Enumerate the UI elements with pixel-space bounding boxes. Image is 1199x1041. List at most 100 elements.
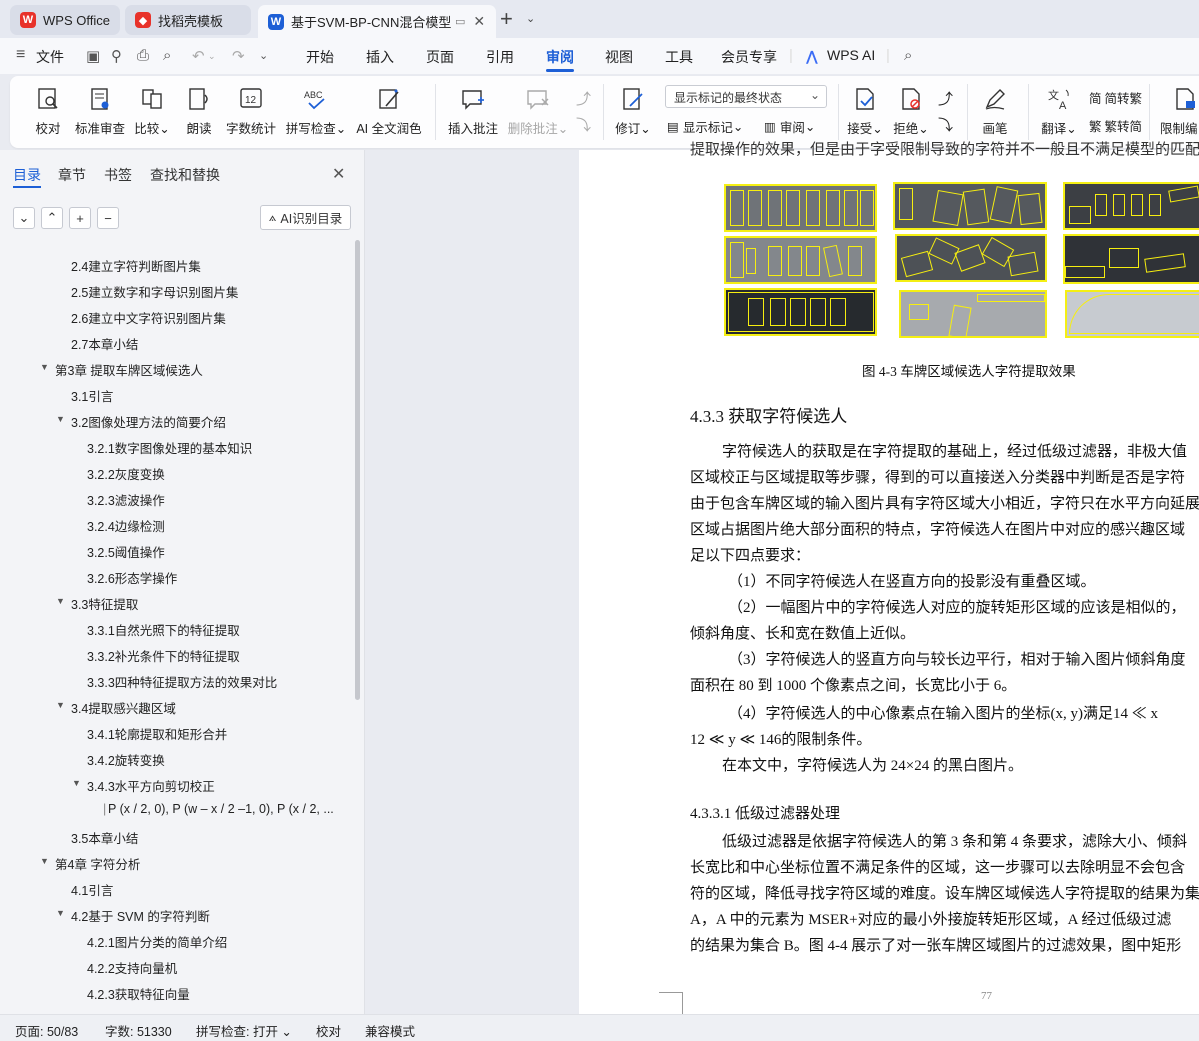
show-markup-button[interactable]: ▤ 显示标记 ⌄: [667, 117, 743, 136]
pen-button[interactable]: 画笔: [980, 86, 1010, 144]
toc-item[interactable]: 3.2.2灰度变换: [87, 464, 165, 483]
proofread-status[interactable]: 校对: [316, 1021, 341, 1040]
toc-item[interactable]: 2.4建立字符判断图片集: [71, 256, 201, 275]
close-icon[interactable]: ✕: [473, 13, 485, 30]
expand-arrow-icon[interactable]: ▼: [56, 596, 65, 606]
toc-item[interactable]: 4.2.1图片分类的简单介绍: [87, 932, 227, 951]
page-number: 77: [981, 990, 992, 1002]
toc-item[interactable]: 3.2.4边缘检测: [87, 516, 165, 535]
tab-document[interactable]: W 基于SVM-BP-CNN混合模型 ▭ ✕: [258, 5, 496, 38]
compare-button[interactable]: 比较⌄: [134, 86, 170, 144]
document-page[interactable]: 提取操作的效果，但是由于字受限制导致的字符并不一般且不满足模型的匹配。 图 4-…: [579, 142, 1199, 1014]
toc-item[interactable]: 3.2图像处理方法的简要介绍: [71, 412, 226, 431]
word-count-button[interactable]: 12 字数统计: [225, 86, 277, 144]
toc-scrollbar[interactable]: [355, 240, 360, 700]
menu-start[interactable]: 开始: [306, 47, 334, 67]
toc-item[interactable]: 3.5本章小结: [71, 828, 138, 847]
page-indicator[interactable]: 页面: 50/83: [15, 1021, 78, 1040]
delete-comment-button[interactable]: 删除批注⌄: [507, 86, 569, 144]
search-icon[interactable]: ⌕: [904, 47, 912, 64]
menu-view[interactable]: 视图: [605, 47, 633, 67]
print-preview-icon[interactable]: ⌕: [163, 47, 171, 64]
track-changes-button[interactable]: 修订⌄: [613, 86, 653, 144]
hamburger-icon[interactable]: ≡: [16, 46, 25, 64]
toc-item[interactable]: 3.2.3滤波操作: [87, 490, 165, 509]
ai-polish-button[interactable]: AI 全文润色: [356, 86, 422, 144]
navigation-pane: 目录 章节 书签 查找和替换 ✕ ⌄ ⌃ + − ⟑ AI识别目录 2.4建立字…: [0, 150, 365, 1014]
expand-arrow-icon[interactable]: ▼: [56, 700, 65, 710]
menu-file[interactable]: 文件: [36, 47, 64, 67]
toc-item[interactable]: 4.1引言: [71, 880, 113, 899]
toc-item[interactable]: 3.1引言: [71, 386, 113, 405]
toc-item[interactable]: 3.4.2旋转变换: [87, 750, 165, 769]
chevron-down-icon[interactable]: ⌄: [208, 51, 216, 62]
menu-member[interactable]: 会员专享: [721, 47, 777, 67]
read-aloud-button[interactable]: 朗读: [184, 86, 214, 144]
to-traditional-button[interactable]: 简 简转繁: [1089, 88, 1142, 107]
spell-check-status[interactable]: 拼写检查: 打开 ⌄: [196, 1021, 292, 1040]
spell-check-button[interactable]: ABC 拼写检查⌄: [286, 86, 347, 144]
toc-item[interactable]: 3.2.1数字图像处理的基本知识: [87, 438, 252, 457]
next-comment-icon[interactable]: ⤵: [576, 114, 591, 135]
new-tab-button[interactable]: +: [500, 8, 513, 30]
monitor-icon: ▭: [455, 16, 466, 28]
proofread-button[interactable]: 校对: [33, 86, 63, 144]
toc-item[interactable]: 3.4.3水平方向剪切校正: [87, 776, 215, 795]
chevron-down-icon: ⌄: [809, 88, 820, 102]
toc-item[interactable]: 第3章 提取车牌区域候选人: [55, 360, 203, 379]
previous-change-icon[interactable]: ⤴: [938, 88, 953, 109]
toc-item[interactable]: 3.4提取感兴趣区域: [71, 698, 176, 717]
next-change-icon[interactable]: ⤵: [938, 114, 953, 135]
markup-mode-select[interactable]: 显示标记的最终状态 ⌄: [665, 85, 827, 108]
paragraph-line: 12 ≪ y ≪ 146的限制条件。: [690, 732, 872, 748]
expand-arrow-icon[interactable]: ▼: [72, 778, 81, 788]
toc-item[interactable]: 4.2基于 SVM 的字符判断: [71, 906, 210, 925]
toc-item[interactable]: 3.4.1轮廓提取和矩形合并: [87, 724, 227, 743]
toc-item[interactable]: 3.3特征提取: [71, 594, 138, 613]
translate-button[interactable]: 文A 翻译⌄: [1040, 86, 1078, 144]
toc-item[interactable]: 2.6建立中文字符识别图片集: [71, 308, 226, 327]
toc-level-marker: |: [103, 802, 107, 816]
menu-review[interactable]: 审阅: [546, 47, 574, 67]
toc-item[interactable]: 3.3.3四种特征提取方法的效果对比: [87, 672, 277, 691]
link-icon[interactable]: ⚲: [111, 47, 122, 65]
toc-item[interactable]: 4.2.3获取特征向量: [87, 984, 190, 1003]
tab-wps-office[interactable]: W WPS Office: [10, 5, 120, 35]
toc-item[interactable]: 3.2.6形态学操作: [87, 568, 177, 587]
toc-item[interactable]: 第4章 字符分析: [55, 854, 140, 873]
toc-item[interactable]: 3.3.1自然光照下的特征提取: [87, 620, 240, 639]
print-icon[interactable]: ⎙: [137, 47, 149, 64]
previous-comment-icon[interactable]: ⤴: [576, 88, 591, 109]
standard-review-button[interactable]: 标准审查: [74, 86, 126, 144]
toc-item[interactable]: P (x / 2, 0), P (w – x / 2 –1, 0), P (x …: [108, 802, 340, 816]
expand-arrow-icon[interactable]: ▼: [56, 414, 65, 424]
menu-reference[interactable]: 引用: [486, 47, 514, 67]
toc-item[interactable]: 3.2.5阈值操作: [87, 542, 165, 561]
toc-item[interactable]: 3.3.2补光条件下的特征提取: [87, 646, 240, 665]
save-icon[interactable]: ▣: [86, 47, 100, 65]
reject-button[interactable]: 拒绝⌄: [892, 86, 930, 144]
paragraph-line: 低级过滤器是依据字符候选人的第 3 条和第 4 条要求，滤除大小、倾斜: [722, 834, 1188, 850]
insert-comment-button[interactable]: 插入批注: [447, 86, 499, 144]
accept-button[interactable]: 接受⌄: [846, 86, 884, 144]
toc-item[interactable]: 2.5建立数字和字母识别图片集: [71, 282, 238, 301]
menu-insert[interactable]: 插入: [366, 47, 394, 67]
toc-item[interactable]: 2.7本章小结: [71, 334, 138, 353]
menu-page[interactable]: 页面: [426, 47, 454, 67]
restrict-edit-button[interactable]: 限制编: [1160, 86, 1199, 144]
word-count-indicator[interactable]: 字数: 51330: [105, 1021, 172, 1040]
expand-arrow-icon[interactable]: ▼: [40, 856, 49, 866]
redo-icon[interactable]: ↷: [232, 47, 245, 65]
chevron-down-icon[interactable]: ⌄: [259, 49, 268, 62]
tab-template[interactable]: ◆ 找稻壳模板: [125, 5, 251, 35]
review-pane-button[interactable]: ▥ 审阅 ⌄: [764, 117, 815, 136]
ribbon-divider: [435, 84, 436, 140]
undo-icon[interactable]: ↶: [192, 47, 205, 65]
menu-tools[interactable]: 工具: [665, 47, 693, 67]
chevron-down-icon[interactable]: ⌄: [526, 12, 535, 25]
expand-arrow-icon[interactable]: ▼: [40, 362, 49, 372]
to-simplified-button[interactable]: 繁 繁转简: [1089, 116, 1142, 135]
menu-wps-ai[interactable]: WPS AI: [827, 47, 875, 63]
toc-item[interactable]: 4.2.2支持向量机: [87, 958, 177, 977]
expand-arrow-icon[interactable]: ▼: [56, 908, 65, 918]
